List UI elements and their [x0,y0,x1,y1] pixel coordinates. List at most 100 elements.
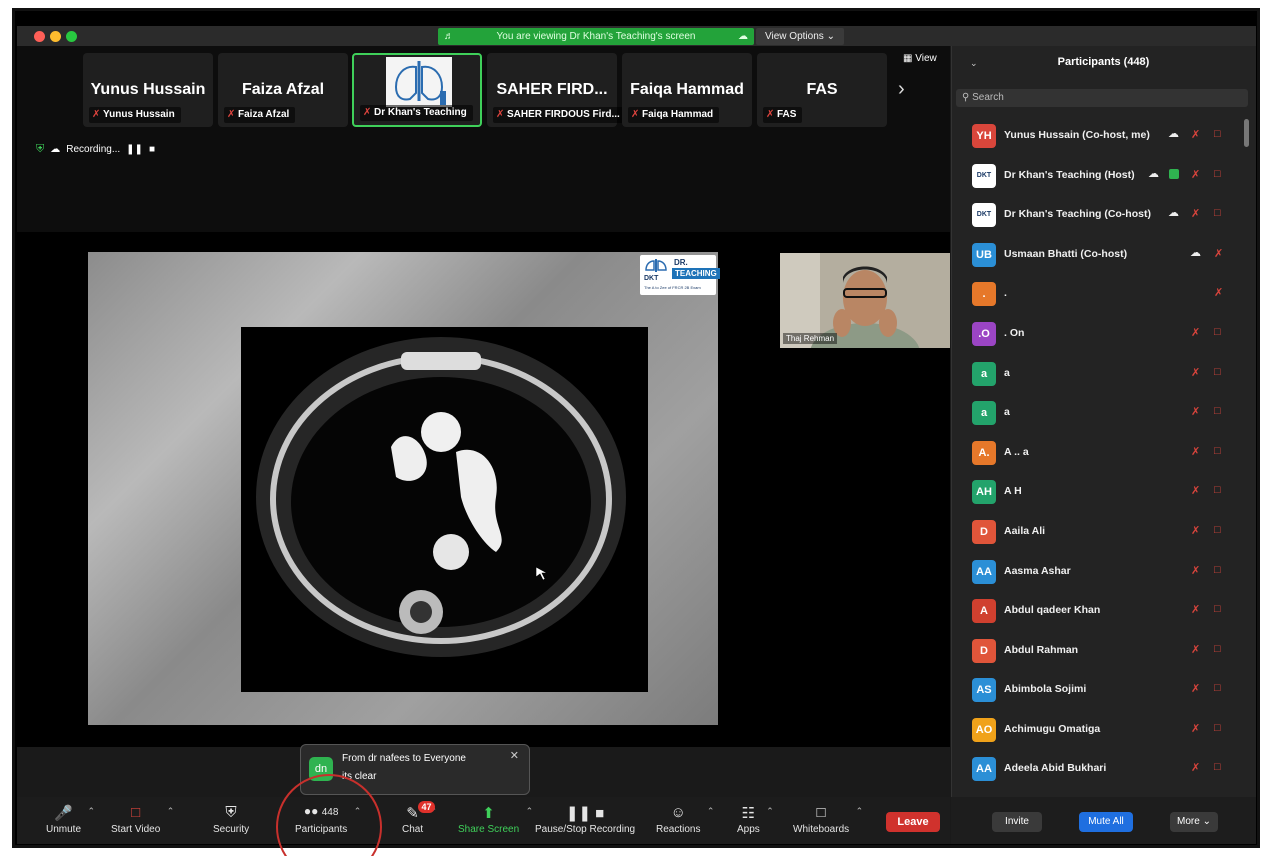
view-options-button[interactable]: View Options ⌄ [756,28,844,45]
muted-mic-icon: ✗ [1191,406,1201,418]
muted-mic-icon: ✗ [631,109,640,120]
maximize-window-button[interactable] [66,31,77,42]
leave-button[interactable]: Leave [886,812,940,832]
pause-stop-recording-button[interactable]: ❚❚ ■ Pause/Stop Recording [535,804,635,835]
video-tile[interactable]: Yunus Hussain ✗ Yunus Hussain [83,53,213,127]
screen-share-banner: ♬ You are viewing Dr Khan's Teaching's s… [438,28,754,45]
participant-row[interactable]: DKT Dr Khan's Teaching (Host) ☁ ✗ □ [972,164,1242,188]
chat-sender: From dr nafees to Everyone [342,753,466,764]
participant-row[interactable]: AS Abimbola Sojimi ✗ □ [972,678,1242,702]
video-off-icon: □ [1214,564,1221,576]
video-off-icon: □ [1214,722,1221,734]
participant-row[interactable]: D Abdul Rahman ✗ □ [972,639,1242,663]
avatar: a [972,362,996,386]
participant-row[interactable]: A. A .. a ✗ □ [972,441,1242,465]
whiteboards-button[interactable]: □ Whiteboards ⌃ [793,804,863,835]
participant-name: Aaila Ali [1004,525,1046,537]
muted-mic-icon: ✗ [496,109,505,120]
stop-recording-icon[interactable]: ■ [149,144,155,155]
gallery-next-icon[interactable]: › [898,78,905,101]
video-off-icon: □ [1214,603,1221,615]
more-button[interactable]: More ⌄ [1170,812,1218,832]
mute-all-button[interactable]: Mute All [1079,812,1133,832]
tile-name-text: Yunus Hussain [103,109,175,120]
share-screen-icon: ⬆ [482,805,495,822]
muted-mic-icon: ✗ [1214,287,1224,299]
participant-row[interactable]: .O . On ✗ □ [972,322,1242,346]
shield-icon: ⛨ [225,804,237,821]
video-off-icon: □ [1214,761,1221,773]
avatar: YH [972,124,996,148]
scrollbar[interactable] [1244,119,1249,147]
participants-panel-title: Participants (448) [1057,56,1150,68]
invite-button[interactable]: Invite [992,812,1042,832]
unmute-button[interactable]: 🎤 Unmute ⌃ [46,804,95,835]
participant-search-input[interactable]: ⚲ Search [956,89,1248,107]
tile-name-text: FAS [777,109,797,120]
chevron-up-icon[interactable]: ⌃ [766,806,774,817]
participant-row[interactable]: DKT Dr Khan's Teaching (Co-host) ☁ ✗ □ [972,203,1242,227]
participant-name: Dr Khan's Teaching (Host) [1004,169,1135,181]
view-layout-label: View [915,53,937,64]
cloud-icon: ☁ [1168,128,1179,140]
participant-row[interactable]: D Aaila Ali ✗ □ [972,520,1242,544]
participant-row[interactable]: AA Adeela Abid Bukhari ✗ □ [972,757,1242,781]
logo-abbr: DKT [644,275,659,282]
muted-mic-icon: ✗ [1191,762,1201,774]
avatar: . [972,282,996,306]
close-window-button[interactable] [34,31,45,42]
start-video-button[interactable]: □ Start Video ⌃ [111,804,174,835]
avatar: DKT [972,203,996,227]
close-icon[interactable]: ✕ [510,749,519,762]
tile-name-text: SAHER FIRDOUS Fird... [507,109,620,120]
muted-mic-icon: ✗ [227,109,236,120]
participant-name: Abdul qadeer Khan [1004,604,1101,616]
participant-row[interactable]: AH A H ✗ □ [972,480,1242,504]
muted-mic-icon: ✗ [1191,169,1201,181]
muted-mic-icon: ✗ [766,109,775,120]
participant-name: Dr Khan's Teaching (Co-host) [1004,208,1151,220]
speaker-video[interactable]: Thaj Rehman [780,253,950,348]
view-layout-button[interactable]: ▦ View [903,53,937,64]
reactions-button[interactable]: ☺ Reactions ⌃ [656,804,714,835]
participant-row[interactable]: a a ✗ □ [972,362,1242,386]
chevron-up-icon[interactable]: ⌃ [707,806,715,817]
avatar: AS [972,678,996,702]
video-tile-active-speaker[interactable]: ✗ Dr Khan's Teaching [352,53,482,127]
minimize-window-button[interactable] [50,31,61,42]
muted-mic-icon: ✗ [1191,683,1201,695]
muted-mic-icon: ✗ [363,107,372,118]
participant-row[interactable]: . . ✗ [972,282,1242,306]
dkt-logo-icon [386,57,452,107]
chevron-up-icon[interactable]: ⌃ [856,806,864,817]
security-button[interactable]: ⛨ Security [213,804,249,835]
avatar: A. [972,441,996,465]
muted-mic-icon: ✗ [1191,129,1201,141]
participant-name: a [1004,367,1010,379]
muted-mic-icon: ✗ [1191,644,1201,656]
chevron-up-icon[interactable]: ⌃ [167,806,175,817]
security-label: Security [213,824,250,835]
participant-row[interactable]: a a ✗ □ [972,401,1242,425]
video-tile[interactable]: Faiza Afzal ✗ Faiza Afzal [218,53,348,127]
chevron-up-icon[interactable]: ⌃ [526,806,534,817]
whiteboards-label: Whiteboards [793,824,850,835]
chevron-up-icon[interactable]: ⌃ [87,806,95,817]
participant-row[interactable]: UB Usmaan Bhatti (Co-host) ☁ ✗ [972,243,1242,267]
participant-row[interactable]: A Abdul qadeer Khan ✗ □ [972,599,1242,623]
pause-recording-icon[interactable]: ❚❚ [126,144,143,155]
participant-row[interactable]: YH Yunus Hussain (Co-host, me) ☁ ✗ □ [972,124,1242,148]
share-screen-button[interactable]: ⬆ Share Screen ⌃ [458,804,533,835]
participant-row[interactable]: AA Aasma Ashar ✗ □ [972,560,1242,584]
tile-name-label: ✗ Yunus Hussain [89,107,181,123]
muted-mic-icon: ✗ [1191,446,1201,458]
video-tile[interactable]: SAHER FIRD... ✗ SAHER FIRDOUS Fird... [487,53,626,127]
participant-row[interactable]: AO Achimugu Omatiga ✗ □ [972,718,1242,742]
video-tile[interactable]: Faiqa Hammad ✗ Faiqa Hammad [622,53,752,127]
video-tile[interactable]: FAS ✗ FAS [757,53,887,127]
dkt-logo: DR. KHAN'S TEACHING DKT The A to Zee of … [640,255,720,295]
chat-unread-badge: 47 [418,801,435,813]
tile-name-text: Dr Khan's Teaching [374,107,467,118]
apps-button[interactable]: ☷ Apps ⌃ [737,804,774,835]
reactions-label: Reactions [656,824,701,835]
